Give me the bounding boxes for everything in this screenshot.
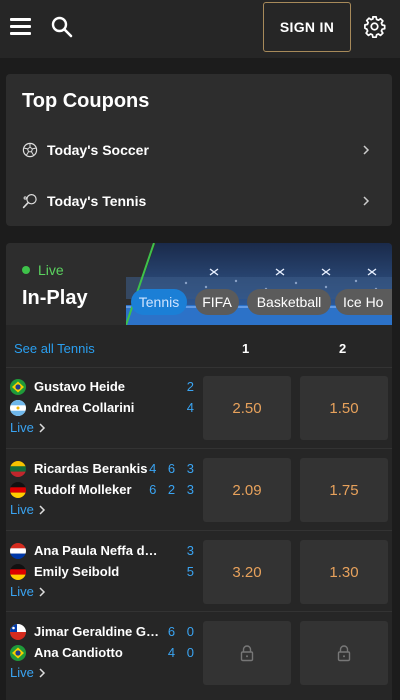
player-score: 4 6 3	[149, 461, 198, 476]
coupon-label: Today's Soccer	[47, 142, 149, 158]
player-name: Ricardas Berankis	[34, 461, 148, 476]
tennis-racket-icon	[22, 193, 37, 209]
player-score: 3	[186, 543, 198, 558]
lock-icon	[337, 645, 351, 662]
odds-button-1[interactable]: 2.09	[203, 458, 291, 522]
odds-button-1-locked	[203, 621, 291, 685]
soccer-ball-icon	[22, 142, 38, 158]
lithuania-flag-icon	[10, 461, 26, 477]
player-score: 2	[186, 379, 198, 394]
live-link-label: Live	[10, 584, 34, 599]
see-all-tennis-link[interactable]: See all Tennis	[14, 341, 95, 356]
live-match-link[interactable]: Live	[10, 584, 46, 599]
live-indicator-dot	[22, 266, 30, 274]
player-name: Emily Seibold	[34, 564, 120, 579]
top-coupons-title: Top Coupons	[22, 90, 150, 112]
player-name: Jimar Geraldine Geral…	[34, 624, 164, 639]
chevron-right-icon	[363, 196, 370, 206]
live-match-link[interactable]: Live	[10, 420, 46, 435]
player-score: 5	[186, 564, 198, 579]
tab-fifa[interactable]: FIFA	[195, 289, 239, 315]
player-score: 6 0	[167, 624, 198, 639]
lock-icon	[240, 645, 254, 662]
player-row: Jimar Geraldine Geral… 6 0	[10, 623, 200, 641]
match-row: Ricardas Berankis 4 6 3 Rudolf Molleker …	[6, 448, 392, 528]
column-header-1: 1	[242, 341, 250, 356]
odds-button-2[interactable]: 1.75	[300, 458, 388, 522]
odds-button-1[interactable]: 3.20	[203, 540, 291, 604]
chevron-right-icon	[363, 145, 370, 155]
player-name: Rudolf Molleker	[34, 482, 132, 497]
player-row: Ricardas Berankis 4 6 3	[10, 460, 200, 478]
in-play-title: In-Play	[22, 287, 88, 309]
top-bar: SIGN IN	[0, 0, 400, 58]
player-row: Ana Candiotto 4 0	[10, 644, 200, 662]
odds-button-2-locked	[300, 621, 388, 685]
match-row: Jimar Geraldine Geral… 6 0 Ana Candiotto…	[6, 611, 392, 691]
live-link-label: Live	[10, 502, 34, 517]
in-play-section: Live In-Play Tennis FIFA Basketball Ice …	[6, 243, 392, 700]
player-row: Emily Seibold 5	[10, 563, 200, 581]
chevron-right-icon	[39, 505, 46, 515]
player-score: 6 2 3	[149, 482, 198, 497]
player-name: Ana Paula Neffa de Los…	[34, 543, 164, 558]
top-coupons-card: Top Coupons Today's Soccer Today's Tenni…	[6, 74, 392, 226]
player-row: Gustavo Heide 2	[10, 378, 200, 396]
live-match-link[interactable]: Live	[10, 502, 46, 517]
live-link-label: Live	[10, 665, 34, 680]
coupon-todays-soccer[interactable]: Today's Soccer	[6, 130, 392, 170]
tab-ice-hockey[interactable]: Ice Ho	[335, 289, 392, 315]
odds-button-1[interactable]: 2.50	[203, 376, 291, 440]
in-play-header: Live In-Play Tennis FIFA Basketball Ice …	[6, 243, 392, 325]
odds-button-2[interactable]: 1.50	[300, 376, 388, 440]
menu-icon[interactable]	[10, 17, 31, 35]
chevron-right-icon	[39, 587, 46, 597]
argentina-flag-icon	[10, 400, 26, 416]
live-link-label: Live	[10, 420, 34, 435]
player-name: Gustavo Heide	[34, 379, 126, 394]
column-header-2: 2	[339, 341, 347, 356]
odds-button-2[interactable]: 1.30	[300, 540, 388, 604]
match-row: Gustavo Heide 2 Andrea Collarini 4 Live …	[6, 367, 392, 447]
germany-flag-icon	[10, 564, 26, 580]
brazil-flag-icon	[10, 645, 26, 661]
tab-basketball[interactable]: Basketball	[247, 289, 331, 315]
live-match-link[interactable]: Live	[10, 665, 46, 680]
chevron-right-icon	[39, 423, 46, 433]
player-row: Rudolf Molleker 6 2 3	[10, 481, 200, 499]
paraguay-flag-icon	[10, 543, 26, 559]
live-label: Live	[38, 262, 64, 278]
match-row: Ana Paula Neffa de Los… 3 Emily Seibold …	[6, 530, 392, 610]
gear-icon[interactable]	[363, 15, 386, 38]
coupon-label: Today's Tennis	[47, 193, 147, 209]
player-score: 4	[186, 400, 198, 415]
search-icon[interactable]	[51, 16, 73, 38]
coupon-todays-tennis[interactable]: Today's Tennis	[6, 181, 392, 221]
player-name: Andrea Collarini	[34, 400, 135, 415]
player-score: 4 0	[167, 645, 198, 660]
player-name: Ana Candiotto	[34, 645, 123, 660]
tab-tennis[interactable]: Tennis	[131, 289, 187, 315]
player-row: Andrea Collarini 4	[10, 399, 200, 417]
chile-flag-icon	[10, 624, 26, 640]
sign-in-button[interactable]: SIGN IN	[263, 2, 351, 52]
chevron-right-icon	[39, 668, 46, 678]
player-row: Ana Paula Neffa de Los… 3	[10, 542, 200, 560]
brazil-flag-icon	[10, 379, 26, 395]
germany-flag-icon	[10, 482, 26, 498]
